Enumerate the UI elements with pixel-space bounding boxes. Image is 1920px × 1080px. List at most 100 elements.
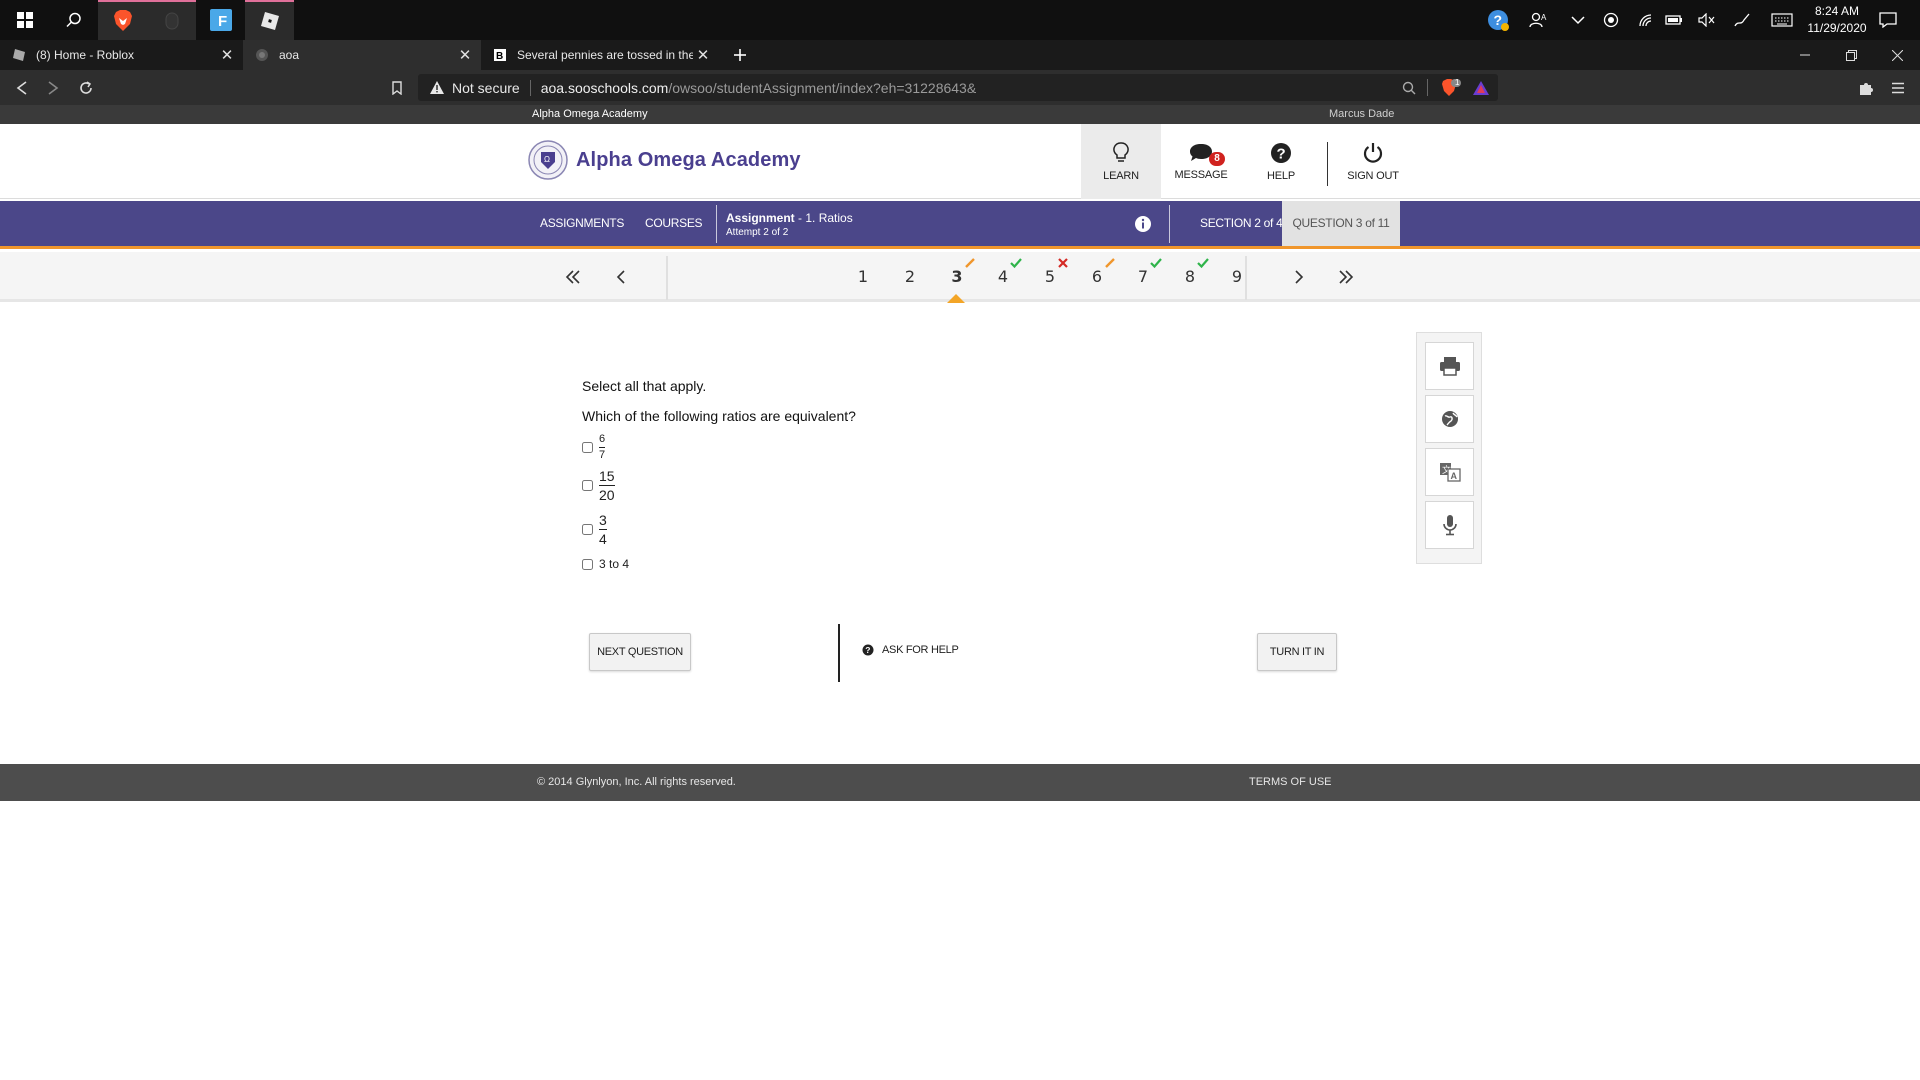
last-question-button[interactable] <box>1331 252 1361 302</box>
system-clock[interactable]: 8:24 AM 11/29/2020 <box>1796 3 1878 37</box>
tray-help-button[interactable]: ? <box>1480 0 1516 40</box>
brave-lion-icon <box>113 10 132 31</box>
battery-icon <box>1665 15 1682 25</box>
windows-logo-icon <box>16 12 33 28</box>
menu-button[interactable] <box>1883 70 1913 105</box>
check-icon <box>1010 258 1022 269</box>
address-bar[interactable]: Not secure aoa.sooschools.com/owsoo/stud… <box>418 74 1498 101</box>
printer-icon <box>1439 357 1460 376</box>
tab-roblox[interactable]: (8) Home - Roblox ✕ <box>0 40 243 70</box>
answer-checkbox[interactable] <box>582 524 593 535</box>
divider <box>1427 79 1428 96</box>
section-indicator: SECTION 2 of 4 <box>1200 216 1283 230</box>
forward-button[interactable] <box>38 70 68 105</box>
assignment-title: Assignment - 1. Ratios Attempt 2 of 2 <box>726 212 853 239</box>
copyright-text: © 2014 Glynlyon, Inc. All rights reserve… <box>537 776 736 788</box>
nav-sign-out[interactable]: SIGN OUT <box>1333 124 1413 199</box>
minimize-button[interactable] <box>1782 40 1828 70</box>
taskbar-app-button[interactable] <box>147 0 196 40</box>
numerator: 6 <box>599 433 606 445</box>
tray-expand-button[interactable] <box>1560 0 1596 40</box>
info-button[interactable] <box>1134 215 1152 233</box>
answer-checkbox[interactable] <box>582 558 593 570</box>
brave-shields-button[interactable]: 1 <box>1436 70 1466 105</box>
question-2-link[interactable]: 2 <box>895 252 925 302</box>
school-logo[interactable]: Ω Alpha Omega Academy <box>528 140 801 180</box>
fraction-bar <box>599 447 606 448</box>
check-icon <box>1150 258 1162 269</box>
translate-web-button[interactable] <box>1425 395 1474 443</box>
new-tab-button[interactable] <box>727 40 753 70</box>
question-1-link[interactable]: 1 <box>848 252 878 302</box>
svg-text:F: F <box>218 13 227 30</box>
answer-checkbox[interactable] <box>582 480 593 491</box>
brave-rewards-button[interactable] <box>1466 70 1496 105</box>
answer-option[interactable]: 3 to 4 <box>582 557 629 571</box>
svg-text:A: A <box>1450 471 1457 481</box>
nav-label: SIGN OUT <box>1347 169 1399 182</box>
answer-option[interactable]: 3 4 <box>582 513 607 546</box>
close-icon[interactable]: ✕ <box>217 46 237 64</box>
restore-button[interactable] <box>1828 40 1874 70</box>
speech-button[interactable] <box>1425 501 1474 549</box>
question-9-link[interactable]: 9 <box>1222 252 1252 302</box>
pencil-icon <box>1105 258 1115 268</box>
answer-option[interactable]: 6 7 <box>582 433 606 461</box>
first-question-button[interactable] <box>558 252 588 302</box>
minimize-icon <box>1800 54 1810 56</box>
svg-text:B: B <box>496 51 503 62</box>
tray-pen-button[interactable] <box>1724 0 1760 40</box>
reload-icon <box>80 80 92 94</box>
next-question-button[interactable]: NEXT QUESTION <box>589 633 691 671</box>
url-path: /owsoo/studentAssignment/index?eh=312286… <box>668 79 977 96</box>
close-icon[interactable]: ✕ <box>455 46 475 64</box>
tray-keyboard-button[interactable] <box>1764 0 1800 40</box>
translate-button[interactable]: 文A <box>1425 448 1474 496</box>
bookmark-button[interactable] <box>382 70 412 105</box>
terms-of-use-link[interactable]: TERMS OF USE <box>1249 776 1332 788</box>
school-seal-icon: Ω <box>528 140 568 180</box>
assignments-link[interactable]: ASSIGNMENTS <box>540 201 624 246</box>
back-button[interactable] <box>7 70 37 105</box>
answer-checkbox[interactable] <box>582 442 593 453</box>
notification-icon <box>1879 12 1897 28</box>
tray-volume-button[interactable] <box>1689 0 1725 40</box>
f-app-icon: F <box>209 9 232 31</box>
close-window-button[interactable] <box>1874 40 1920 70</box>
tray-battery-button[interactable] <box>1656 0 1692 40</box>
clock-time: 8:24 AM <box>1814 4 1860 18</box>
action-center-button[interactable] <box>1870 0 1906 40</box>
print-button[interactable] <box>1425 342 1474 390</box>
tray-record-button[interactable] <box>1593 0 1629 40</box>
ask-for-help-button[interactable]: ? ASK FOR HELP <box>862 644 959 656</box>
extensions-button[interactable] <box>1851 70 1881 105</box>
nav-message[interactable]: MESSAGE <box>1161 124 1241 199</box>
next-question-arrow[interactable] <box>1284 252 1314 302</box>
taskbar-brave-button[interactable] <box>98 0 147 40</box>
close-icon[interactable]: ✕ <box>693 46 713 64</box>
globe-icon <box>1441 411 1458 427</box>
taskbar-app-f-button[interactable]: F <box>196 0 245 40</box>
zoom-button[interactable] <box>1394 70 1424 105</box>
brainly-favicon-icon: B <box>494 49 506 62</box>
nav-help[interactable]: ? HELP <box>1241 124 1321 199</box>
turn-it-in-button[interactable]: TURN IT IN <box>1257 633 1337 671</box>
plus-icon <box>734 49 746 61</box>
prev-question-button[interactable] <box>606 252 636 302</box>
school-name-small: Alpha Omega Academy <box>532 108 648 120</box>
nav-learn[interactable]: LEARN <box>1081 124 1161 199</box>
search-button[interactable] <box>49 0 98 40</box>
tab-pennies[interactable]: B Several pennies are tossed in the air … <box>481 40 719 70</box>
reload-button[interactable] <box>71 70 101 105</box>
tray-people-button[interactable]: A <box>1520 0 1556 40</box>
taskbar-roblox-button[interactable] <box>245 0 294 40</box>
answer-option[interactable]: 15 20 <box>582 469 615 502</box>
fraction: 15 20 <box>599 469 615 502</box>
close-icon <box>1891 49 1903 61</box>
browser-toolbar: Not secure aoa.sooschools.com/owsoo/stud… <box>0 70 1920 105</box>
lightbulb-icon <box>1113 141 1129 162</box>
tab-aoa[interactable]: aoa ✕ <box>243 40 481 70</box>
start-button[interactable] <box>0 0 49 40</box>
courses-link[interactable]: COURSES <box>645 201 703 246</box>
warning-icon <box>430 81 444 94</box>
